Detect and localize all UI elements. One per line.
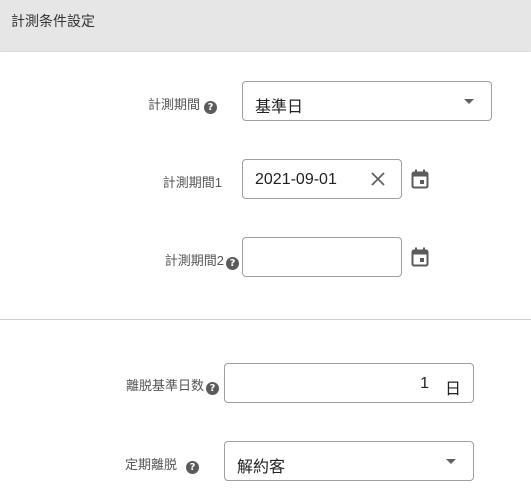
period1-label: 計測期間1	[162, 175, 222, 190]
churn-days-label-row: 離脱基準日数?	[126, 375, 219, 395]
caret-down-icon	[464, 99, 474, 104]
churn-days-input[interactable]: 1 日	[224, 363, 474, 403]
period2-label-row: 計測期間2?	[165, 250, 239, 270]
period-label-row: 計測期間?	[148, 94, 217, 114]
period-select[interactable]: 基準日	[242, 81, 492, 121]
section-title: 計測条件設定	[11, 13, 95, 29]
regular-churn-label-row: 定期離脱?	[125, 454, 199, 474]
churn-days-unit: 日	[444, 381, 461, 398]
settings-card: 計測期間? 基準日 計測期間1 2021-09-01 計測期間2?	[0, 52, 531, 320]
regular-churn-label: 定期離脱	[124, 457, 177, 472]
calendar-icon[interactable]	[411, 169, 429, 189]
help-circle-icon[interactable]: ?	[206, 382, 219, 395]
period2-label: 計測期間2	[164, 253, 224, 268]
help-circle-icon[interactable]: ?	[204, 101, 217, 114]
period1-date-value: 2021-09-01	[255, 171, 337, 188]
regular-churn-select[interactable]: 解約客	[224, 441, 474, 481]
caret-down-icon	[446, 459, 456, 464]
period1-label-row: 計測期間1	[163, 172, 222, 191]
help-circle-icon[interactable]: ?	[226, 257, 239, 270]
churn-settings: 離脱基準日数? 1 日 定期離脱? 解約客	[0, 320, 531, 495]
regular-churn-value: 解約客	[237, 459, 286, 476]
period-select-value: 基準日	[255, 99, 304, 116]
churn-days-value: 1	[420, 375, 429, 392]
period-label: 計測期間	[147, 97, 200, 112]
section-header: 計測条件設定	[0, 0, 531, 52]
calendar-icon[interactable]	[411, 247, 429, 267]
close-icon[interactable]	[370, 171, 386, 187]
period1-date-input[interactable]: 2021-09-01	[242, 159, 402, 199]
period2-date-input[interactable]	[242, 237, 402, 277]
help-circle-icon[interactable]: ?	[186, 461, 199, 474]
churn-days-label: 離脱基準日数	[125, 378, 204, 393]
